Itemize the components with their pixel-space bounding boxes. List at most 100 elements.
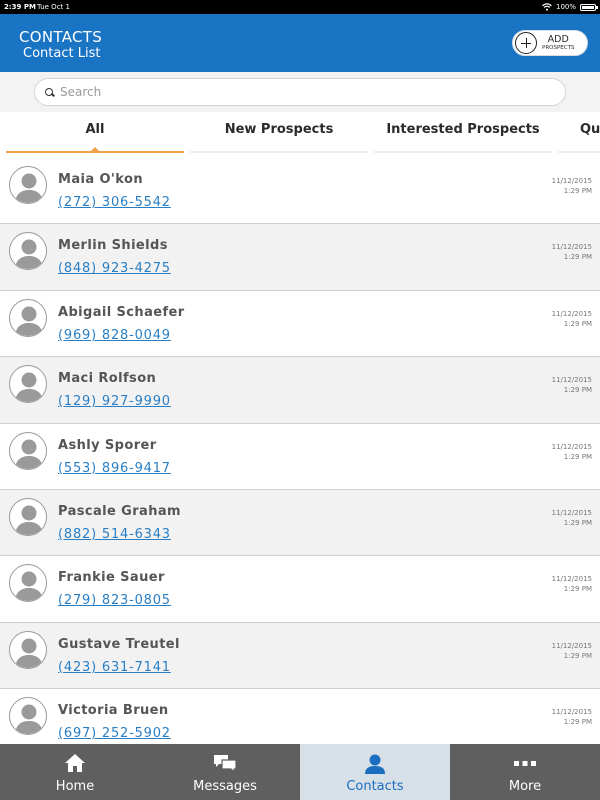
contact-row[interactable]: Merlin Shields (848) 923-4275 11/12/2015… bbox=[0, 224, 600, 291]
contact-row[interactable]: Pascale Graham (882) 514-6343 11/12/2015… bbox=[0, 489, 600, 557]
contact-phone-link[interactable]: (272) 306-5542 bbox=[58, 195, 171, 210]
bottom-nav: Home Messages Contacts More bbox=[0, 744, 600, 800]
contact-phone-link[interactable]: (553) 896-9417 bbox=[58, 461, 171, 476]
contact-row[interactable]: Maci Rolfson (129) 927-9990 11/12/2015 1:… bbox=[0, 357, 600, 424]
contact-name: Victoria Bruen bbox=[58, 703, 169, 719]
contact-time: 1:29 PM bbox=[563, 187, 592, 195]
contact-phone-link[interactable]: (423) 631-7141 bbox=[58, 660, 171, 675]
status-bar: 2:39 PM Tue Oct 1 100% bbox=[0, 0, 600, 14]
nav-label: Contacts bbox=[346, 779, 404, 794]
wifi-icon bbox=[542, 3, 552, 11]
contact-name: Maia O'kon bbox=[58, 172, 143, 187]
contact-phone-link[interactable]: (848) 923-4275 bbox=[58, 261, 171, 276]
tab-underline bbox=[558, 151, 600, 153]
contact-name: Ashly Sporer bbox=[58, 437, 157, 453]
add-prospects-label: ADD PROSPECTS bbox=[542, 33, 575, 52]
contact-phone-link[interactable]: (697) 252-5902 bbox=[58, 726, 171, 741]
tab-underline bbox=[6, 151, 184, 153]
contact-timestamp: 11/12/2015 1:29 PM bbox=[552, 176, 592, 196]
battery-percent: 100% bbox=[555, 3, 576, 11]
status-date: Tue Oct 1 bbox=[37, 3, 70, 11]
prospects-label: PROSPECTS bbox=[542, 45, 575, 51]
tab-label: Qu bbox=[580, 122, 600, 137]
nav-messages[interactable]: Messages bbox=[150, 744, 300, 800]
contact-row[interactable]: Maia O'kon (272) 306-5542 11/12/2015 1:29… bbox=[0, 158, 600, 225]
contact-phone-link[interactable]: (129) 927-9990 bbox=[58, 394, 171, 409]
app-header: CONTACTS Contact List ADD PROSPECTS bbox=[0, 14, 600, 72]
contact-timestamp: 11/12/2015 1:29 PM bbox=[552, 641, 592, 661]
avatar-placeholder-icon bbox=[9, 365, 47, 404]
nav-label: Messages bbox=[193, 779, 257, 794]
home-icon bbox=[65, 754, 85, 772]
search-box[interactable] bbox=[34, 78, 566, 106]
nav-contacts[interactable]: Contacts bbox=[300, 744, 450, 800]
contact-timestamp: 11/12/2015 1:29 PM bbox=[552, 242, 592, 262]
avatar-placeholder-icon bbox=[9, 232, 47, 271]
battery-icon bbox=[580, 3, 598, 11]
contact-name: Merlin Shields bbox=[58, 238, 168, 254]
status-time: 2:39 PM bbox=[4, 3, 36, 11]
contact-row[interactable]: Victoria Bruen (697) 252-5902 11/12/2015… bbox=[0, 689, 600, 744]
nav-more[interactable]: More bbox=[450, 744, 600, 800]
contact-time: 1:29 PM bbox=[563, 452, 592, 461]
avatar-placeholder-icon bbox=[9, 564, 47, 603]
contact-timestamp: 11/12/2015 1:29 PM bbox=[552, 442, 592, 462]
contact-name: Maci Rolfson bbox=[58, 371, 157, 387]
contact-timestamp: 11/12/2015 1:29 PM bbox=[552, 508, 592, 528]
contact-date: 11/12/2015 bbox=[551, 376, 592, 385]
avatar-placeholder-icon bbox=[9, 630, 47, 669]
contact-date: 11/12/2015 bbox=[551, 243, 592, 252]
contact-date: 11/12/2015 bbox=[551, 508, 592, 517]
contact-time: 1:29 PM bbox=[563, 518, 592, 527]
avatar-placeholder-icon bbox=[9, 497, 47, 536]
plus-circle-icon bbox=[515, 32, 537, 54]
status-right: 100% bbox=[542, 0, 598, 14]
search-input[interactable] bbox=[60, 85, 540, 99]
contact-date: 11/12/2015 bbox=[551, 309, 592, 318]
contact-time: 1:29 PM bbox=[563, 253, 592, 262]
contact-row[interactable]: Gustave Treutel (423) 631-7141 11/12/201… bbox=[0, 622, 600, 690]
search-icon bbox=[45, 87, 54, 97]
contact-name: Frankie Sauer bbox=[58, 570, 165, 586]
more-icon bbox=[514, 761, 536, 766]
add-prospects-button[interactable]: ADD PROSPECTS bbox=[512, 30, 588, 56]
contact-phone-link[interactable]: (969) 828-0049 bbox=[58, 328, 171, 343]
contact-date: 11/12/2015 bbox=[551, 641, 592, 650]
contact-timestamp: 11/12/2015 1:29 PM bbox=[552, 574, 592, 594]
tab-all[interactable]: All bbox=[6, 112, 184, 158]
tab-underline bbox=[374, 151, 552, 153]
avatar-placeholder-icon bbox=[9, 298, 47, 337]
contact-phone-link[interactable]: (279) 823-0805 bbox=[58, 593, 171, 608]
avatar-placeholder-icon bbox=[9, 166, 47, 204]
contact-timestamp: 11/12/2015 1:29 PM bbox=[552, 375, 592, 395]
avatar-placeholder-icon bbox=[9, 697, 47, 736]
contact-time: 1:29 PM bbox=[563, 651, 592, 660]
contact-timestamp: 11/12/2015 1:29 PM bbox=[552, 707, 592, 727]
contact-time: 1:29 PM bbox=[563, 386, 592, 395]
search-bar bbox=[0, 72, 600, 112]
add-label: ADD bbox=[547, 33, 569, 45]
contact-row[interactable]: Frankie Sauer (279) 823-0805 11/12/2015 1… bbox=[0, 556, 600, 623]
tab-new-prospects[interactable]: New Prospects bbox=[190, 112, 368, 158]
contact-list: Maia O'kon (272) 306-5542 11/12/2015 1:29… bbox=[0, 158, 600, 744]
tab-interested-prospects[interactable]: Interested Prospects bbox=[374, 112, 552, 158]
contact-row[interactable]: Ashly Sporer (553) 896-9417 11/12/2015 1:… bbox=[0, 423, 600, 490]
tab-label: All bbox=[85, 122, 105, 137]
contact-phone-link[interactable]: (882) 514-6343 bbox=[58, 527, 171, 542]
contact-time: 1:29 PM bbox=[563, 319, 592, 328]
page-subtitle: Contact List bbox=[23, 46, 101, 61]
nav-label: Home bbox=[55, 779, 95, 794]
contact-date: 11/12/2015 bbox=[551, 708, 592, 717]
tab-qualified-prospects[interactable]: Qu bbox=[558, 112, 600, 158]
tab-label: Interested Prospects bbox=[386, 122, 540, 137]
tab-underline bbox=[190, 151, 368, 153]
nav-home[interactable]: Home bbox=[0, 744, 150, 800]
person-icon bbox=[365, 754, 385, 774]
contact-date: 11/12/2015 bbox=[551, 177, 592, 185]
tab-label: New Prospects bbox=[224, 122, 334, 137]
avatar-placeholder-icon bbox=[9, 431, 47, 470]
contact-name: Pascale Graham bbox=[58, 503, 181, 519]
filter-tabs: All New Prospects Interested Prospects Q… bbox=[0, 112, 600, 158]
page-title: CONTACTS bbox=[19, 28, 103, 46]
contact-row[interactable]: Abigail Schaefer (969) 828-0049 11/12/20… bbox=[0, 290, 600, 358]
